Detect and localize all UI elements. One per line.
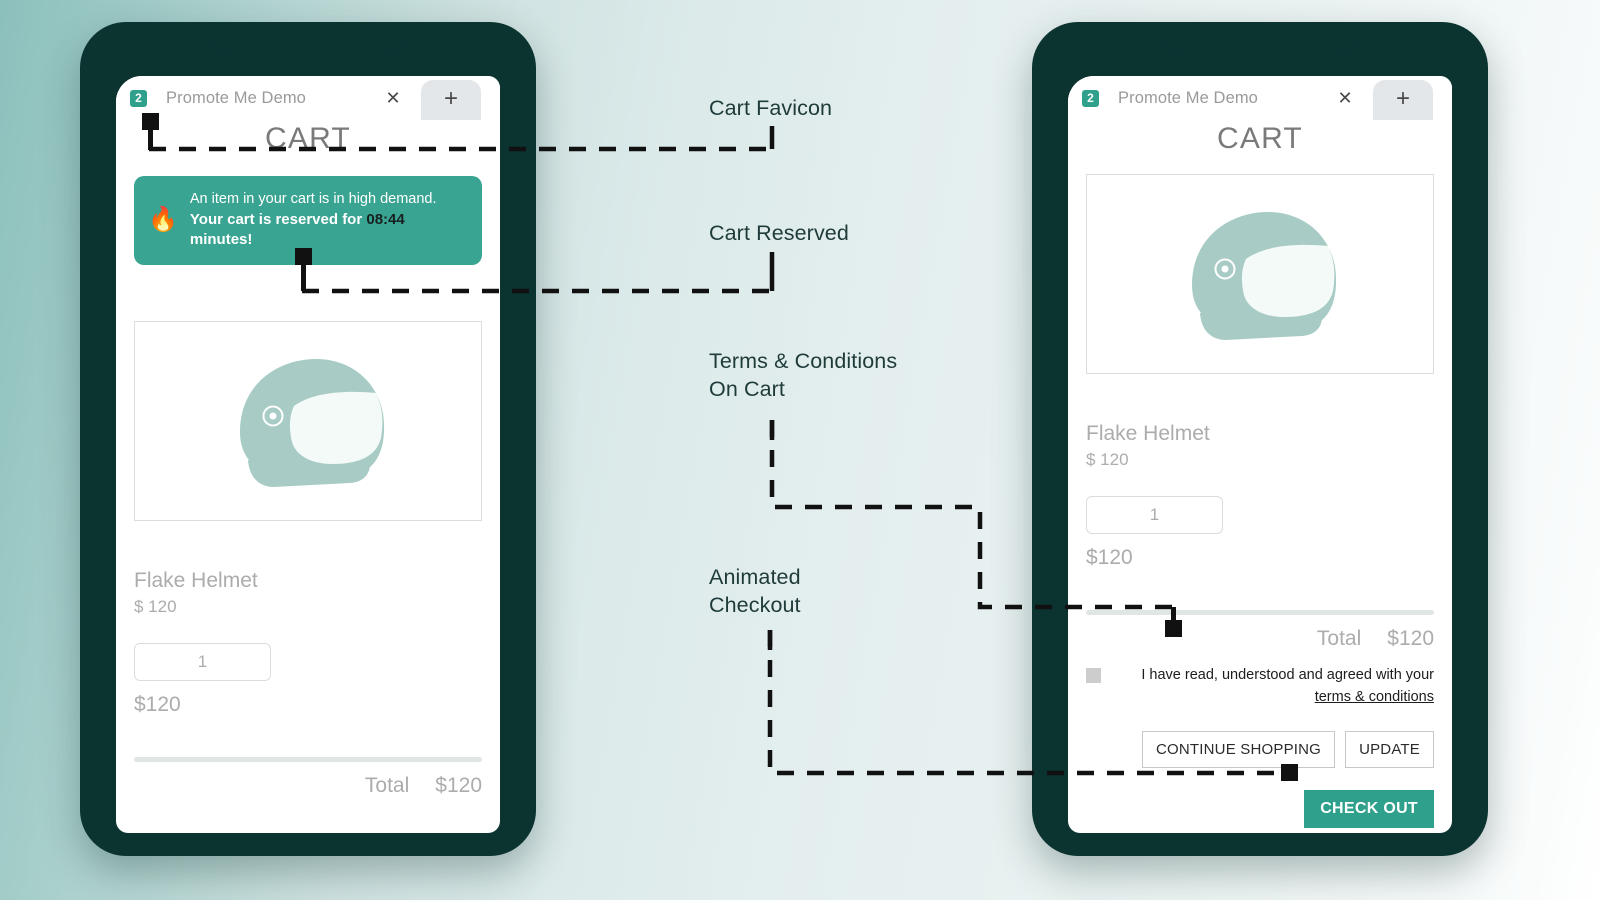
reservation-timer: 08:44 [366,210,405,228]
close-icon[interactable]: ✕ [383,88,403,108]
product-line-total: $120 [1086,546,1133,569]
page-title: CART [1217,122,1303,155]
product-line-total: $120 [134,693,181,717]
phone-notch [1165,22,1355,52]
checkout-row: CHECK OUT [1086,789,1434,828]
banner-line-1: An item in your cart is in high demand. [189,191,437,207]
continue-shopping-button[interactable]: CONTINUE SHOPPING [1141,730,1336,768]
helmet-illustration [239,359,384,488]
banner-text: An item in your cart is in high demand. … [190,190,466,250]
cart-totals: Total $120 [1086,627,1434,651]
terms-and-conditions-row: I have read, understood and agreed with … [1086,665,1434,709]
cart-page: CART Flake Helmet $ 120 1 $120 Total $12… [1068,122,1452,828]
browser-tab[interactable]: 2 Promote Me Demo ✕ [1068,76,1373,120]
banner-line-2: Your cart is reserved for 08:44 minutes! [190,210,466,251]
terms-conditions-link[interactable]: terms & conditions [1315,689,1434,705]
check-out-button[interactable]: CHECK OUT [1304,789,1434,828]
browser-tab-bar: 2 Promote Me Demo ✕ + [1068,76,1452,120]
total-value: $120 [435,774,482,798]
product-name: Flake Helmet [134,569,258,593]
quantity-input[interactable]: 1 [1086,496,1223,534]
plus-icon[interactable]: + [1373,80,1433,120]
cart-favicon-badge: 2 [1082,89,1099,107]
product-image [134,321,482,522]
terms-checkbox[interactable] [1086,668,1101,683]
phone-screen-right: 2 Promote Me Demo ✕ + CART Flake Helmet … [1068,76,1452,833]
cart-favicon-badge: 2 [130,89,147,107]
page-title: CART [265,122,351,155]
annotation-label-terms-on-cart: Terms & Conditions On Cart [709,349,898,401]
cart-page: CART 🔥 An item in your cart is in high d… [116,122,500,798]
annotation-label-animated-checkout: Animated Checkout [709,565,801,617]
banner-suffix: minutes! [189,230,253,248]
product-name: Flake Helmet [1086,422,1210,445]
phone-notch [213,22,403,52]
product-unit-price: $ 120 [1086,450,1129,469]
divider [1086,610,1434,615]
product-image [1086,174,1434,374]
phone-mockup-left: 2 Promote Me Demo ✕ + CART 🔥 An item in … [80,22,536,856]
helmet-illustration [1191,212,1336,340]
total-label: Total [364,774,410,798]
terms-text-before-link: I have read, understood and agreed with … [1141,667,1434,683]
terms-text: I have read, understood and agreed with … [1109,665,1434,709]
phone-screen-left: 2 Promote Me Demo ✕ + CART 🔥 An item in … [116,76,500,833]
total-label: Total [1316,627,1362,650]
browser-tab[interactable]: 2 Promote Me Demo ✕ [116,76,421,120]
browser-tab-title: Promote Me Demo [1118,88,1258,107]
annotation-label-cart-reserved: Cart Reserved [709,221,849,245]
fire-emoji: 🔥 [148,206,178,234]
browser-tab-title: Promote Me Demo [166,88,306,107]
phone-mockup-right: 2 Promote Me Demo ✕ + CART Flake Helmet … [1032,22,1488,856]
divider [134,757,482,763]
plus-icon[interactable]: + [421,80,481,120]
quantity-input[interactable]: 1 [134,643,271,682]
update-button[interactable]: UPDATE [1345,730,1434,768]
total-value: $120 [1387,627,1434,650]
banner-prefix: Your cart is reserved for [189,210,367,228]
annotation-label-cart-favicon: Cart Favicon [709,96,833,120]
product-unit-price: $ 120 [134,597,177,617]
browser-tab-bar: 2 Promote Me Demo ✕ + [116,76,500,120]
close-icon[interactable]: ✕ [1335,88,1355,108]
cart-totals: Total $120 [134,774,482,798]
cart-reserved-banner: 🔥 An item in your cart is in high demand… [134,176,482,266]
cart-action-buttons: CONTINUE SHOPPING UPDATE [1086,730,1434,768]
